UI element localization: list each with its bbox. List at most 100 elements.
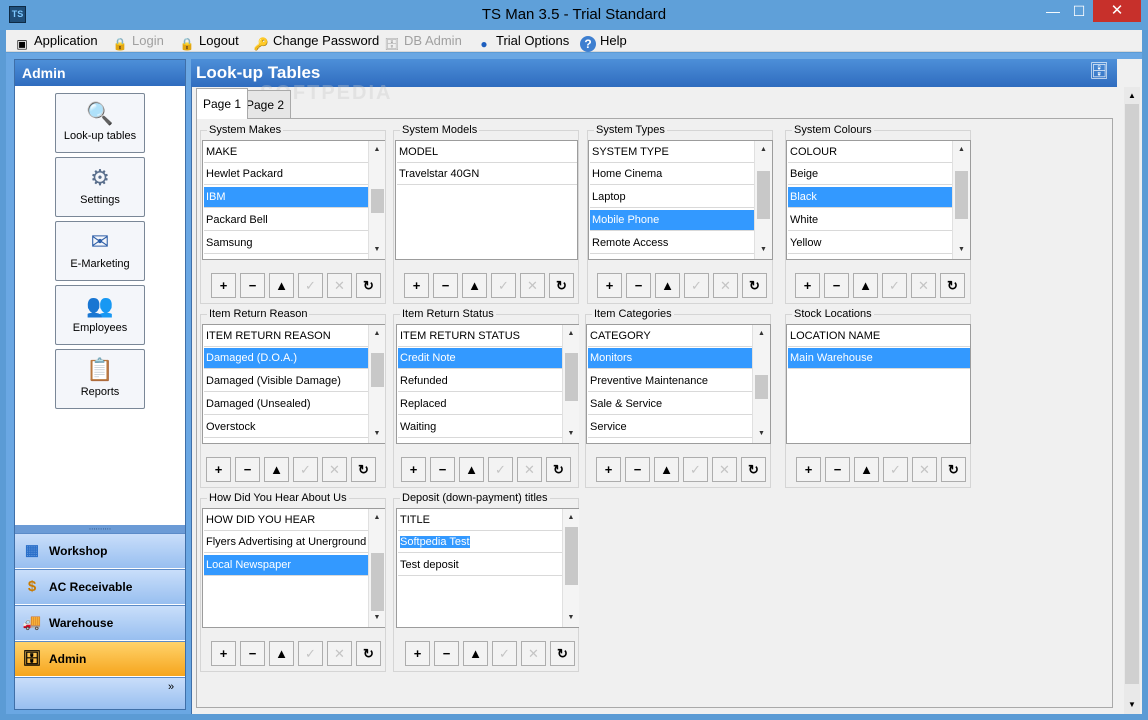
move-up-button[interactable]: ▲ [459,457,484,482]
list-item[interactable]: Home Cinema [590,164,756,185]
remove-row-button[interactable]: − [626,273,651,298]
scroll-down-icon[interactable]: ▼ [755,243,772,257]
scroll-thumb[interactable] [955,171,968,219]
nav-e-marketing-button[interactable]: ✉ E-Marketing [55,221,145,281]
scroll-up-icon[interactable]: ▲ [953,143,970,157]
list-scrollbar[interactable]: ▲ ▼ [562,509,579,627]
cancel-edit-button[interactable]: ✕ [327,273,352,298]
menu-application[interactable]: ▣ Application [14,32,97,51]
list-item-selected[interactable]: IBM [204,187,368,208]
refresh-button[interactable]: ↻ [356,641,381,666]
add-row-button[interactable]: + [596,457,621,482]
list-scrollbar[interactable]: ▲ ▼ [754,141,772,259]
move-up-button[interactable]: ▲ [655,273,680,298]
scroll-thumb[interactable] [565,353,578,401]
post-edit-button[interactable]: ✓ [293,457,318,482]
refresh-button[interactable]: ↻ [549,273,574,298]
tab-page-1[interactable]: Page 1 [196,88,249,119]
add-row-button[interactable]: + [211,641,236,666]
scroll-down-icon[interactable]: ▼ [753,427,770,441]
post-edit-button[interactable]: ✓ [488,457,513,482]
list-item-selected[interactable]: Softpedia Test [398,532,562,553]
refresh-button[interactable]: ↻ [940,273,965,298]
listbox-how-did-you-hear[interactable]: HOW DID YOU HEAR Flyers Advertising at Un… [202,508,385,628]
move-up-button[interactable]: ▲ [462,273,487,298]
remove-row-button[interactable]: − [240,641,265,666]
menu-change-password[interactable]: 🔑 Change Password [253,32,380,51]
list-item[interactable]: Preventive Maintenance [588,371,754,392]
nav-lookup-tables-button[interactable]: 🔍 Look-up tables [55,93,145,153]
list-item[interactable]: Refunded [398,371,562,392]
cancel-edit-button[interactable]: ✕ [520,273,545,298]
maximize-icon[interactable]: ☐ [1066,0,1092,22]
scroll-up-icon[interactable]: ▲ [753,327,770,341]
add-row-button[interactable]: + [796,457,821,482]
menu-trial-options[interactable]: ● Trial Options [476,32,569,51]
scroll-up-icon[interactable]: ▲ [755,143,772,157]
list-item[interactable]: Damaged (Unsealed) [204,394,368,415]
add-row-button[interactable]: + [206,457,231,482]
scroll-up-icon[interactable]: ▲ [1124,87,1140,104]
menu-login[interactable]: 🔒 Login [112,32,164,51]
list-item-selected[interactable]: Credit Note [398,348,562,369]
listbox-item-return-status[interactable]: ITEM RETURN STATUS Credit Note Refunded Rep… [396,324,579,444]
listbox-deposit-titles[interactable]: TITLE Softpedia Test Test deposit [396,508,579,628]
list-scrollbar[interactable]: ▲ ▼ [752,325,770,443]
list-item[interactable]: Hewlet Packard [204,164,368,185]
move-up-button[interactable]: ▲ [853,273,878,298]
move-up-button[interactable]: ▲ [269,641,294,666]
list-item[interactable]: Remote Access [590,233,756,254]
section-warehouse[interactable]: 🚚 Warehouse [15,605,185,640]
post-edit-button[interactable]: ✓ [683,457,708,482]
add-row-button[interactable]: + [404,273,429,298]
move-up-button[interactable]: ▲ [654,457,679,482]
list-item[interactable]: White [788,210,954,231]
scroll-up-icon[interactable]: ▲ [563,511,579,525]
scroll-thumb[interactable] [757,171,770,219]
scroll-up-icon[interactable]: ▲ [369,143,385,157]
list-scrollbar[interactable]: ▲ ▼ [368,141,385,259]
scroll-thumb[interactable] [371,553,384,611]
section-workshop[interactable]: ▦ Workshop [15,533,185,568]
list-item[interactable]: Sale & Service [588,394,754,415]
chevron-more-icon[interactable]: » [168,682,174,693]
list-item[interactable]: Travelstar 40GN [397,164,577,185]
list-item-selected[interactable]: Mobile Phone [590,210,756,231]
remove-row-button[interactable]: − [825,457,850,482]
add-row-button[interactable]: + [597,273,622,298]
menu-db-admin[interactable]: 🗄 DB Admin [384,32,461,51]
cancel-edit-button[interactable]: ✕ [911,273,936,298]
remove-row-button[interactable]: − [430,457,455,482]
list-item[interactable]: Laptop [590,187,756,208]
list-item-selected[interactable]: Local Newspaper [204,555,368,576]
list-item[interactable]: Samsung [204,233,368,254]
refresh-button[interactable]: ↻ [356,273,381,298]
section-ac-receivable[interactable]: $ AC Receivable [15,569,185,604]
add-row-button[interactable]: + [211,273,236,298]
move-up-button[interactable]: ▲ [269,273,294,298]
scroll-up-icon[interactable]: ▲ [369,327,385,341]
menu-help[interactable]: ? Help [580,32,627,52]
nav-reports-button[interactable]: 📋 Reports [55,349,145,409]
add-row-button[interactable]: + [795,273,820,298]
remove-row-button[interactable]: − [625,457,650,482]
post-edit-button[interactable]: ✓ [883,457,908,482]
scroll-down-icon[interactable]: ▼ [563,611,579,625]
post-edit-button[interactable]: ✓ [491,273,516,298]
add-row-button[interactable]: + [401,457,426,482]
post-edit-button[interactable]: ✓ [684,273,709,298]
listbox-system-models[interactable]: MODEL Travelstar 40GN [395,140,578,260]
section-admin[interactable]: 🗄 Admin [15,641,185,676]
scroll-down-icon[interactable]: ▼ [369,427,385,441]
list-scrollbar[interactable]: ▲ ▼ [368,509,385,627]
scroll-thumb[interactable] [755,375,768,399]
refresh-button[interactable]: ↻ [546,457,571,482]
cancel-edit-button[interactable]: ✕ [912,457,937,482]
move-up-button[interactable]: ▲ [463,641,488,666]
scroll-down-icon[interactable]: ▼ [563,427,579,441]
list-item[interactable]: Beige [788,164,954,185]
cancel-edit-button[interactable]: ✕ [712,457,737,482]
nav-employees-button[interactable]: 👥 Employees [55,285,145,345]
scroll-down-icon[interactable]: ▼ [953,243,970,257]
refresh-button[interactable]: ↻ [550,641,575,666]
